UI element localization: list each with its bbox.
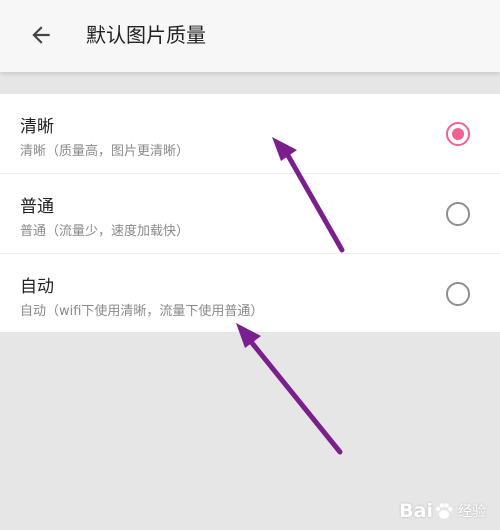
option-title: 自动 [20,277,54,297]
option-subtitle: 自动（wifi下使用清晰，流量下使用普通） [20,304,264,319]
arrow-left-icon [32,26,50,44]
page-title: 默认图片质量 [86,23,206,47]
watermark-brand: Bai [399,500,433,522]
radio-button[interactable] [446,202,470,226]
annotation-arrow-2-icon [236,323,343,455]
watermark-suffix: 经验 [458,504,486,520]
option-subtitle: 普通（流量少，速度加载快） [20,224,190,239]
paw-icon [435,503,453,519]
option-clear[interactable]: 清晰 清晰（质量高，图片更清晰） [0,94,500,174]
option-subtitle: 清晰（质量高，图片更清晰） [20,144,190,159]
baidu-jingyan-watermark: Bai 经验 [399,500,486,522]
option-title: 普通 [20,197,54,217]
quality-options-list: 清晰 清晰（质量高，图片更清晰） 普通 普通（流量少，速度加载快） 自动 自动（… [0,94,500,332]
radio-button-selected[interactable] [446,122,470,146]
back-button[interactable] [22,16,60,54]
option-normal[interactable]: 普通 普通（流量少，速度加载快） [0,174,500,254]
app-bar: 默认图片质量 [0,0,500,72]
option-auto[interactable]: 自动 自动（wifi下使用清晰，流量下使用普通） [0,254,500,332]
option-title: 清晰 [20,117,54,137]
radio-button[interactable] [446,282,470,306]
